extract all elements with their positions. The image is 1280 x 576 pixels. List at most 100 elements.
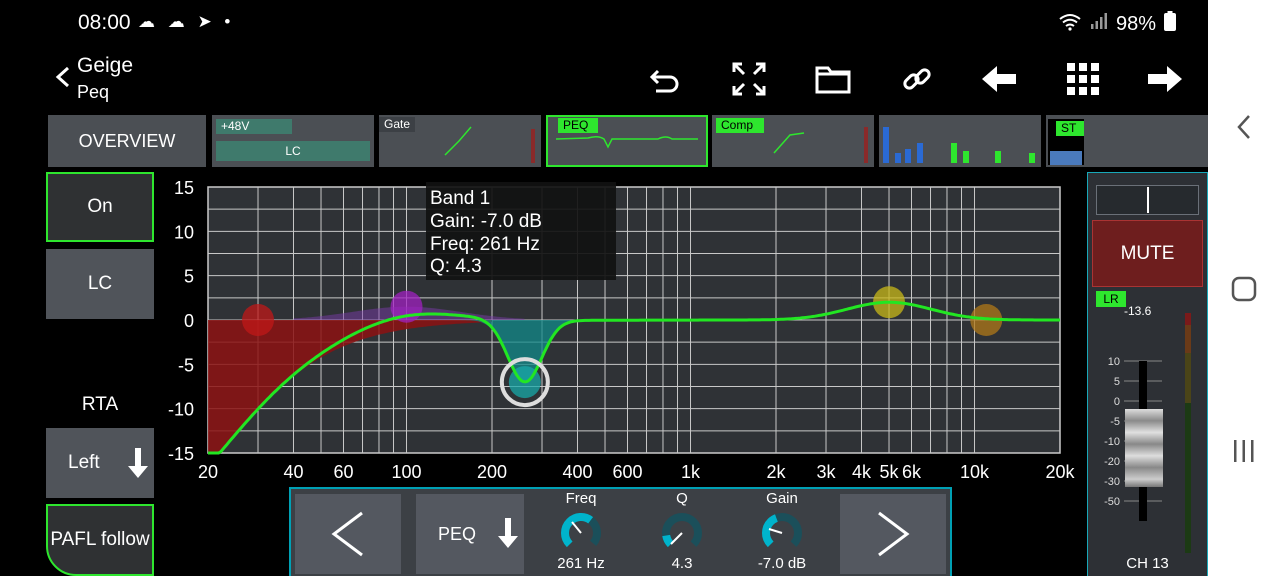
input-section-button[interactable]: +48V LC (212, 115, 374, 167)
fader-scale-label: -50 (1104, 496, 1120, 508)
tooltip-freq: Freq: 261 Hz (430, 234, 540, 255)
comp-section-button[interactable]: Comp (712, 115, 874, 167)
battery-level: 98% (1115, 12, 1156, 35)
sends-section-button[interactable] (879, 115, 1041, 167)
x-tick-label: 400 (562, 462, 592, 482)
peq-section-button[interactable]: PEQ (546, 115, 708, 167)
status-bar: 08:00 ☁ ☁ ➤ • 98% (46, 0, 1208, 46)
gate-section-button[interactable]: Gate (379, 115, 541, 167)
system-home-icon[interactable] (1208, 276, 1280, 307)
eq-mode-value: PEQ (438, 523, 477, 544)
app-header: Geige Peq (46, 46, 1208, 112)
st-label: ST (1056, 121, 1084, 136)
gain-dial-icon (762, 513, 802, 551)
overview-button[interactable]: OVERVIEW (48, 115, 206, 167)
grid-menu-icon[interactable] (1062, 58, 1104, 100)
x-tick-label: 40 (283, 462, 303, 482)
stereo-section-button[interactable]: ST (1046, 115, 1208, 167)
q-knob[interactable]: Q 4.3 (637, 489, 727, 576)
eq-mode-select[interactable]: PEQ (416, 494, 524, 574)
gain-knob-value: -7.0 dB (757, 555, 807, 572)
x-tick-label: 10k (960, 462, 990, 482)
back-chevron-icon[interactable] (52, 62, 72, 92)
gain-knob[interactable]: Gain -7.0 dB (737, 489, 827, 576)
channel-label: CH 13 (1126, 555, 1169, 572)
y-tick-label: 15 (174, 178, 194, 198)
system-nav-bar (1208, 0, 1280, 576)
rta-label: RTA (81, 394, 119, 415)
wifi-icon (1058, 13, 1082, 36)
next-arrow-icon[interactable] (1144, 58, 1186, 100)
fader-scale-label: -5 (1110, 416, 1120, 428)
tooltip-q: Q: 4.3 (430, 256, 482, 277)
folder-icon[interactable] (812, 58, 854, 100)
mute-button[interactable]: MUTE (1092, 220, 1203, 287)
y-tick-label: -10 (168, 400, 194, 420)
fader-scale-label: -10 (1104, 436, 1120, 448)
pan-slider[interactable] (1096, 185, 1199, 215)
band-tooltip: Band 1 Gain: -7.0 dB Freq: 261 Hz Q: 4.3 (426, 182, 616, 280)
tooltip-band: Band 1 (430, 188, 490, 209)
x-tick-label: 100 (391, 462, 421, 482)
fader-handle[interactable] (1125, 409, 1163, 487)
page-subtitle: Peq (77, 82, 110, 102)
band-control-bar: PEQ Freq 261 Hz Q 4.3 Gain -7.0 dB (289, 487, 952, 576)
processing-strip: OVERVIEW +48V LC Gate PEQ Comp ST (46, 112, 1208, 170)
x-tick-label: 6k (902, 462, 922, 482)
status-right: 98% (1058, 11, 1176, 37)
y-tick-label: -15 (168, 444, 194, 464)
chevron-left-icon (331, 511, 363, 557)
system-back-icon[interactable] (1208, 112, 1280, 147)
q-dial-icon (662, 513, 702, 551)
battery-icon (1164, 11, 1176, 37)
eq-on-toggle[interactable]: On (46, 172, 154, 242)
st-meter (1050, 151, 1082, 165)
channel-title: Geige (77, 54, 134, 77)
q-knob-value: 4.3 (671, 555, 693, 572)
gate-curve-thumbnail (444, 126, 535, 163)
low-cut-handle[interactable] (242, 304, 275, 336)
arrow-down-icon (128, 448, 148, 484)
x-tick-label: 3k (817, 462, 837, 482)
rta-source-value: Left (68, 452, 100, 473)
fader-scale-label: -20 (1104, 456, 1120, 468)
y-tick-label: 5 (184, 267, 194, 287)
link-icon[interactable] (896, 58, 938, 100)
fader-scale-label: 10 (1108, 356, 1120, 368)
x-tick-label: 5k (880, 462, 900, 482)
chevron-right-icon (878, 511, 910, 557)
fader-scale-label: 5 (1114, 376, 1120, 388)
arrow-down-icon (498, 518, 518, 553)
pafl-follow-toggle[interactable]: PAFL follow (46, 504, 154, 576)
undo-icon[interactable] (644, 58, 686, 100)
fullscreen-icon[interactable] (728, 58, 770, 100)
x-tick-label: 20k (1045, 462, 1075, 482)
lowcut-toggle[interactable]: LC (46, 249, 154, 319)
q-knob-label: Q (676, 490, 688, 507)
fader-scale-label: 0 (1114, 396, 1120, 408)
previous-arrow-icon[interactable] (978, 58, 1020, 100)
fader-scale-label: -30 (1104, 476, 1120, 488)
system-recents-icon[interactable] (1208, 438, 1280, 469)
x-tick-label: 1k (681, 462, 701, 482)
x-tick-label: 2k (766, 462, 786, 482)
previous-band-button[interactable] (295, 494, 401, 574)
pan-indicator (1147, 187, 1149, 213)
next-band-button[interactable] (840, 494, 946, 574)
freq-knob-value: 261 Hz (557, 555, 605, 572)
x-tick-label: 20 (198, 462, 218, 482)
eq-graph[interactable]: 15 10 5 0 -5 -10 -15 20 40 60 100 200 400 600 1k 2k 3k 4… (158, 172, 1084, 490)
y-tick-label: -5 (178, 355, 194, 375)
y-tick-label: 10 (174, 222, 194, 242)
phantom-power-label: +48V (216, 119, 292, 134)
signal-icon (1090, 12, 1108, 36)
x-tick-label: 200 (477, 462, 507, 482)
bus-label: LR (1096, 291, 1126, 307)
freq-knob[interactable]: Freq 261 Hz (536, 489, 626, 576)
lowcut-label: LC (216, 141, 370, 161)
comp-curve-thumbnail (773, 127, 868, 163)
gain-knob-label: Gain (766, 490, 798, 507)
tooltip-gain: Gain: -7.0 dB (430, 211, 542, 232)
freq-knob-label: Freq (565, 490, 597, 507)
rta-source-select[interactable]: Left (46, 428, 154, 498)
